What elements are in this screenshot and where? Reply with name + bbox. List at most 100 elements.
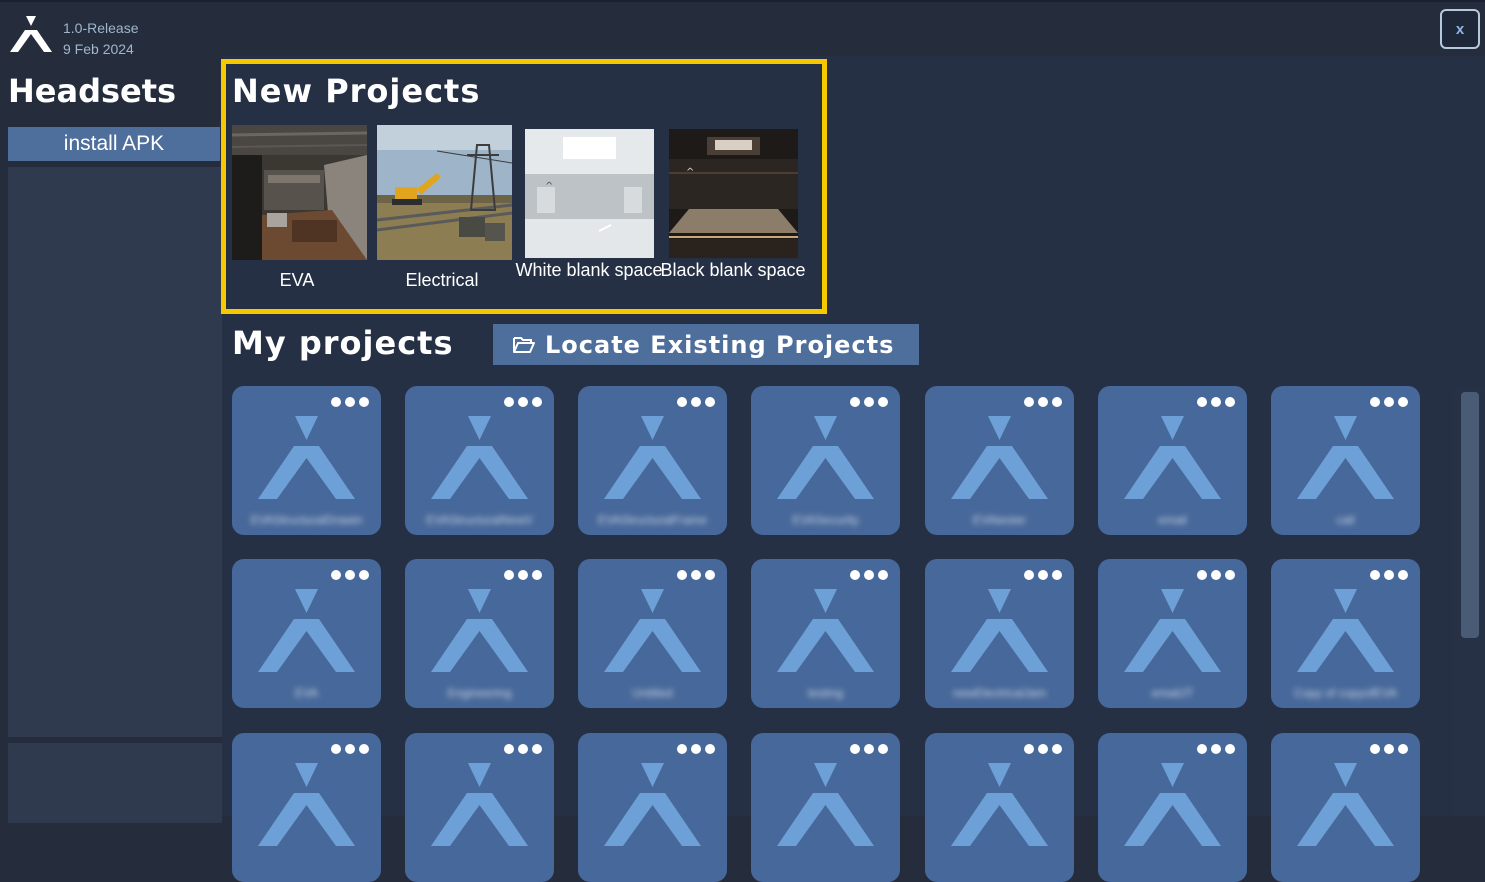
project-name (586, 860, 719, 874)
project-card[interactable]: EVAStructuralNewV (405, 386, 554, 535)
more-dots-icon[interactable] (850, 396, 888, 408)
template-eva-thumbnail (232, 125, 367, 260)
more-dots-icon[interactable] (677, 569, 715, 581)
app-logo-icon (1124, 416, 1221, 499)
project-name: Copy of copyofEVA (1293, 686, 1398, 700)
project-name (1106, 860, 1239, 874)
project-name (240, 860, 373, 874)
project-name: email (1158, 513, 1187, 527)
more-dots-icon[interactable] (331, 396, 369, 408)
project-card[interactable]: newElectricalJam (925, 559, 1074, 708)
project-name: EVAStructuralNewV (426, 513, 533, 527)
more-dots-icon[interactable] (677, 743, 715, 755)
more-dots-icon[interactable] (1197, 743, 1235, 755)
svg-text:^: ^ (545, 181, 553, 192)
more-dots-icon[interactable] (504, 743, 542, 755)
my-projects-title: My projects (232, 324, 454, 362)
top-border (0, 0, 1485, 2)
template-electrical[interactable]: Electrical (377, 125, 512, 295)
project-card[interactable]: EVASecurity (751, 386, 900, 535)
project-card[interactable]: EVAStructuralDrawin (232, 386, 381, 535)
project-card[interactable]: EVAtester (925, 386, 1074, 535)
app-logo-icon (604, 763, 701, 846)
more-dots-icon[interactable] (1197, 396, 1235, 408)
app-logo-icon (431, 763, 528, 846)
more-dots-icon[interactable] (1197, 569, 1235, 581)
project-card[interactable] (751, 733, 900, 882)
project-name: EVAStructuralDrawin (250, 513, 363, 527)
more-dots-icon[interactable] (331, 743, 369, 755)
app-logo-icon (1124, 763, 1221, 846)
project-card[interactable] (1271, 733, 1420, 882)
more-dots-icon[interactable] (1370, 569, 1408, 581)
app-logo-icon (777, 763, 874, 846)
project-card[interactable]: call (1271, 386, 1420, 535)
locate-button-label: Locate Existing Projects (545, 330, 895, 359)
scrollbar-thumb[interactable] (1461, 392, 1479, 638)
template-white-thumbnail: ^ (525, 129, 654, 258)
template-black-blank-space[interactable]: ^ Black blank space (660, 129, 806, 304)
project-card[interactable]: email (1098, 386, 1247, 535)
app-logo-icon (951, 589, 1048, 672)
project-name (1279, 860, 1412, 874)
new-projects-title: New Projects (232, 72, 481, 110)
template-eva[interactable]: EVA (232, 125, 367, 295)
app-logo-icon (951, 416, 1048, 499)
project-card[interactable]: EVA (232, 559, 381, 708)
project-name (413, 860, 546, 874)
headsets-title: Headsets (8, 72, 177, 110)
more-dots-icon[interactable] (1024, 396, 1062, 408)
project-card[interactable]: Engineering (405, 559, 554, 708)
project-card[interactable]: EVAStructuralFrame (578, 386, 727, 535)
project-card[interactable] (578, 733, 727, 882)
more-dots-icon[interactable] (1024, 743, 1062, 755)
release-date: 9 Feb 2024 (63, 41, 134, 57)
more-dots-icon[interactable] (504, 569, 542, 581)
more-dots-icon[interactable] (1370, 396, 1408, 408)
project-name: EVAtester (972, 513, 1027, 527)
project-name: Engineering (447, 686, 512, 700)
project-name: Untitled (632, 686, 673, 700)
template-electrical-thumbnail (377, 125, 512, 260)
template-eva-label: EVA (279, 270, 315, 290)
install-apk-button[interactable]: install APK (8, 127, 220, 161)
project-card[interactable]: Untitled (578, 559, 727, 708)
project-name (759, 860, 892, 874)
app-logo-icon (258, 763, 355, 846)
svg-text:^: ^ (686, 167, 694, 178)
more-dots-icon[interactable] (1024, 569, 1062, 581)
project-card[interactable]: emailJT (1098, 559, 1247, 708)
app-logo-icon (10, 16, 52, 52)
project-card[interactable] (405, 733, 554, 882)
project-card[interactable]: testing (751, 559, 900, 708)
project-card[interactable] (232, 733, 381, 882)
project-name: EVASecurity (792, 513, 859, 527)
folder-open-icon (513, 336, 535, 353)
project-name: call (1336, 513, 1355, 527)
project-card[interactable] (925, 733, 1074, 882)
version-label: 1.0-Release (63, 20, 139, 36)
close-button[interactable]: x (1440, 9, 1480, 49)
version-info: 1.0-Release 9 Feb 2024 (63, 18, 139, 60)
app-logo-icon (258, 589, 355, 672)
template-electrical-label: Electrical (405, 270, 479, 290)
app-logo-icon (1297, 763, 1394, 846)
locate-existing-projects-button[interactable]: Locate Existing Projects (493, 324, 919, 365)
more-dots-icon[interactable] (1370, 743, 1408, 755)
more-dots-icon[interactable] (850, 743, 888, 755)
app-logo-icon (1297, 416, 1394, 499)
more-dots-icon[interactable] (331, 569, 369, 581)
more-dots-icon[interactable] (504, 396, 542, 408)
app-logo-icon (777, 416, 874, 499)
template-white-blank-space[interactable]: ^ White blank space (515, 129, 663, 304)
more-dots-icon[interactable] (850, 569, 888, 581)
template-white-label: White blank space (515, 260, 663, 280)
project-name (933, 860, 1066, 874)
project-card[interactable] (1098, 733, 1247, 882)
template-black-label: Black blank space (660, 260, 806, 280)
app-logo-icon (258, 416, 355, 499)
app-logo-icon (604, 589, 701, 672)
project-card[interactable]: Copy of copyofEVA (1271, 559, 1420, 708)
project-name: newElectricalJam (952, 686, 1047, 700)
more-dots-icon[interactable] (677, 396, 715, 408)
